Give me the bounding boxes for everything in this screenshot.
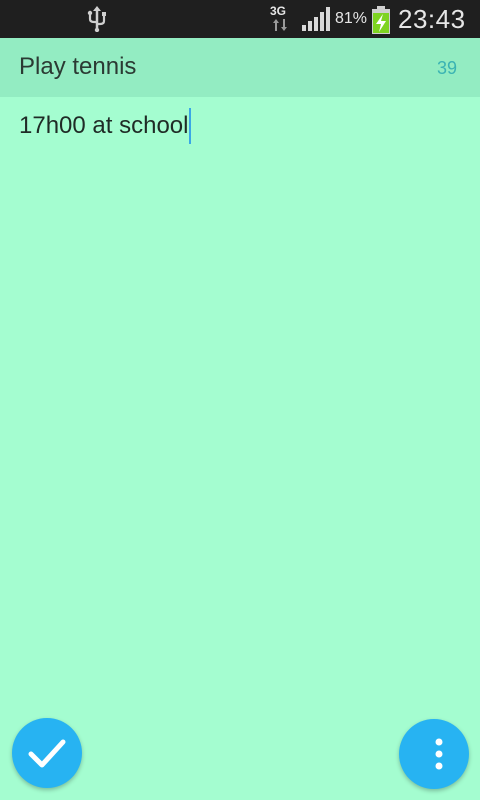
note-body-text: 17h00 at school: [19, 112, 189, 139]
more-vertical-icon: [435, 738, 443, 770]
note-body-editor[interactable]: 17h00 at school: [19, 108, 459, 708]
note-title-input[interactable]: Play tennis: [19, 52, 136, 82]
signal-icon: [302, 7, 330, 31]
status-clock: 23:43: [398, 4, 466, 34]
more-options-button[interactable]: [399, 719, 469, 789]
text-cursor: [189, 108, 192, 144]
note-title-bar: Play tennis 39: [0, 38, 480, 97]
character-count: 39: [436, 58, 457, 78]
usb-icon: [87, 6, 106, 32]
network-type-label: 3G: [270, 4, 287, 18]
check-icon: [28, 739, 66, 768]
battery-percent: 81%: [335, 10, 368, 27]
status-bar: 3G 81% 23:43: [0, 0, 480, 38]
network-arrows-icon: [273, 19, 287, 31]
battery-charging-icon: [372, 6, 390, 34]
save-note-button[interactable]: [12, 718, 82, 788]
